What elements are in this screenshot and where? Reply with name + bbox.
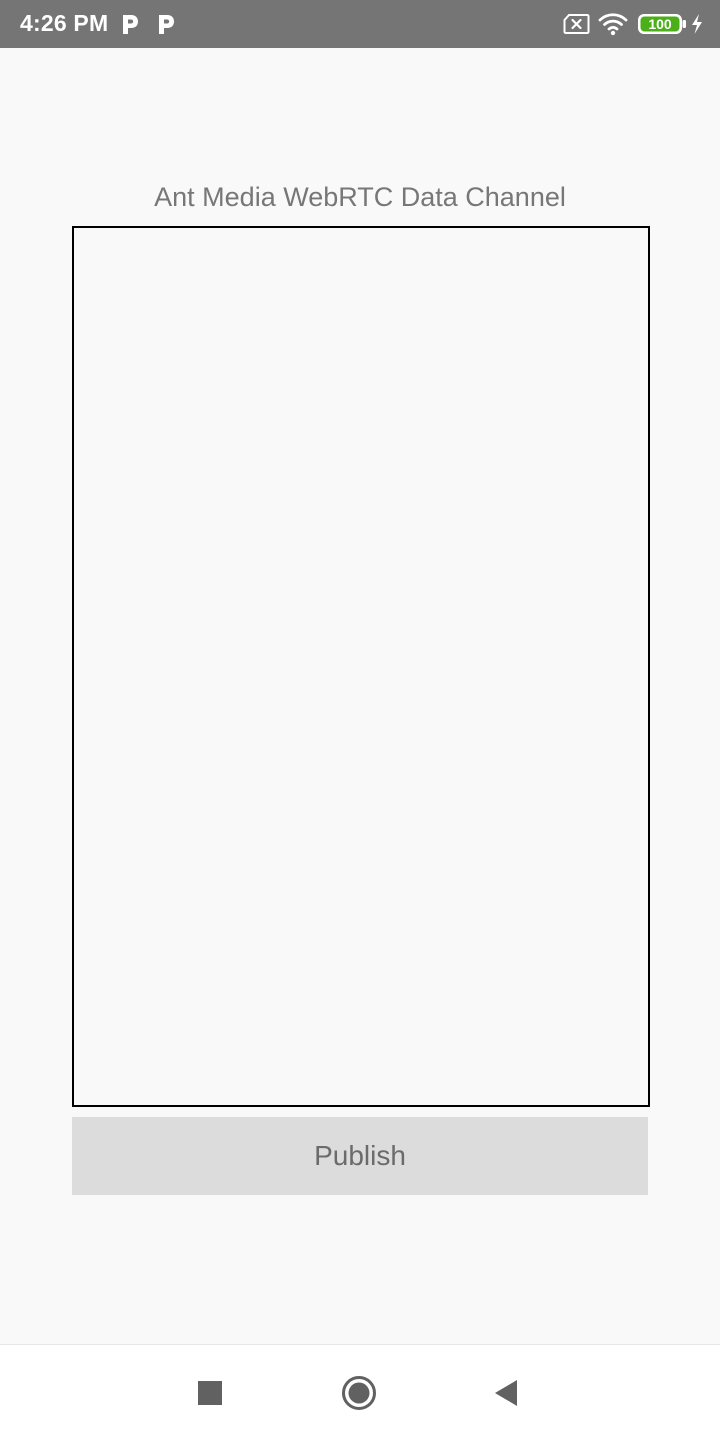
battery-level-text: 100 (648, 16, 672, 32)
sim-disabled-icon (563, 13, 590, 40)
recents-square-icon[interactable] (198, 1381, 222, 1410)
home-circle-icon[interactable] (341, 1375, 377, 1416)
status-bar: 4:26 PM 100 (0, 0, 720, 48)
publish-button[interactable]: Publish (72, 1117, 648, 1195)
parking-p-icon (155, 12, 177, 36)
navigation-bar (0, 1344, 720, 1441)
page-title: Ant Media WebRTC Data Channel (154, 182, 566, 212)
status-time: 4:26 PM (20, 10, 109, 36)
back-triangle-icon[interactable] (493, 1379, 519, 1412)
wifi-icon (598, 12, 628, 41)
data-channel-view (72, 226, 650, 1107)
charging-bolt-icon (689, 13, 705, 40)
battery-icon: 100 (637, 12, 687, 41)
parking-p-icon (119, 12, 141, 36)
